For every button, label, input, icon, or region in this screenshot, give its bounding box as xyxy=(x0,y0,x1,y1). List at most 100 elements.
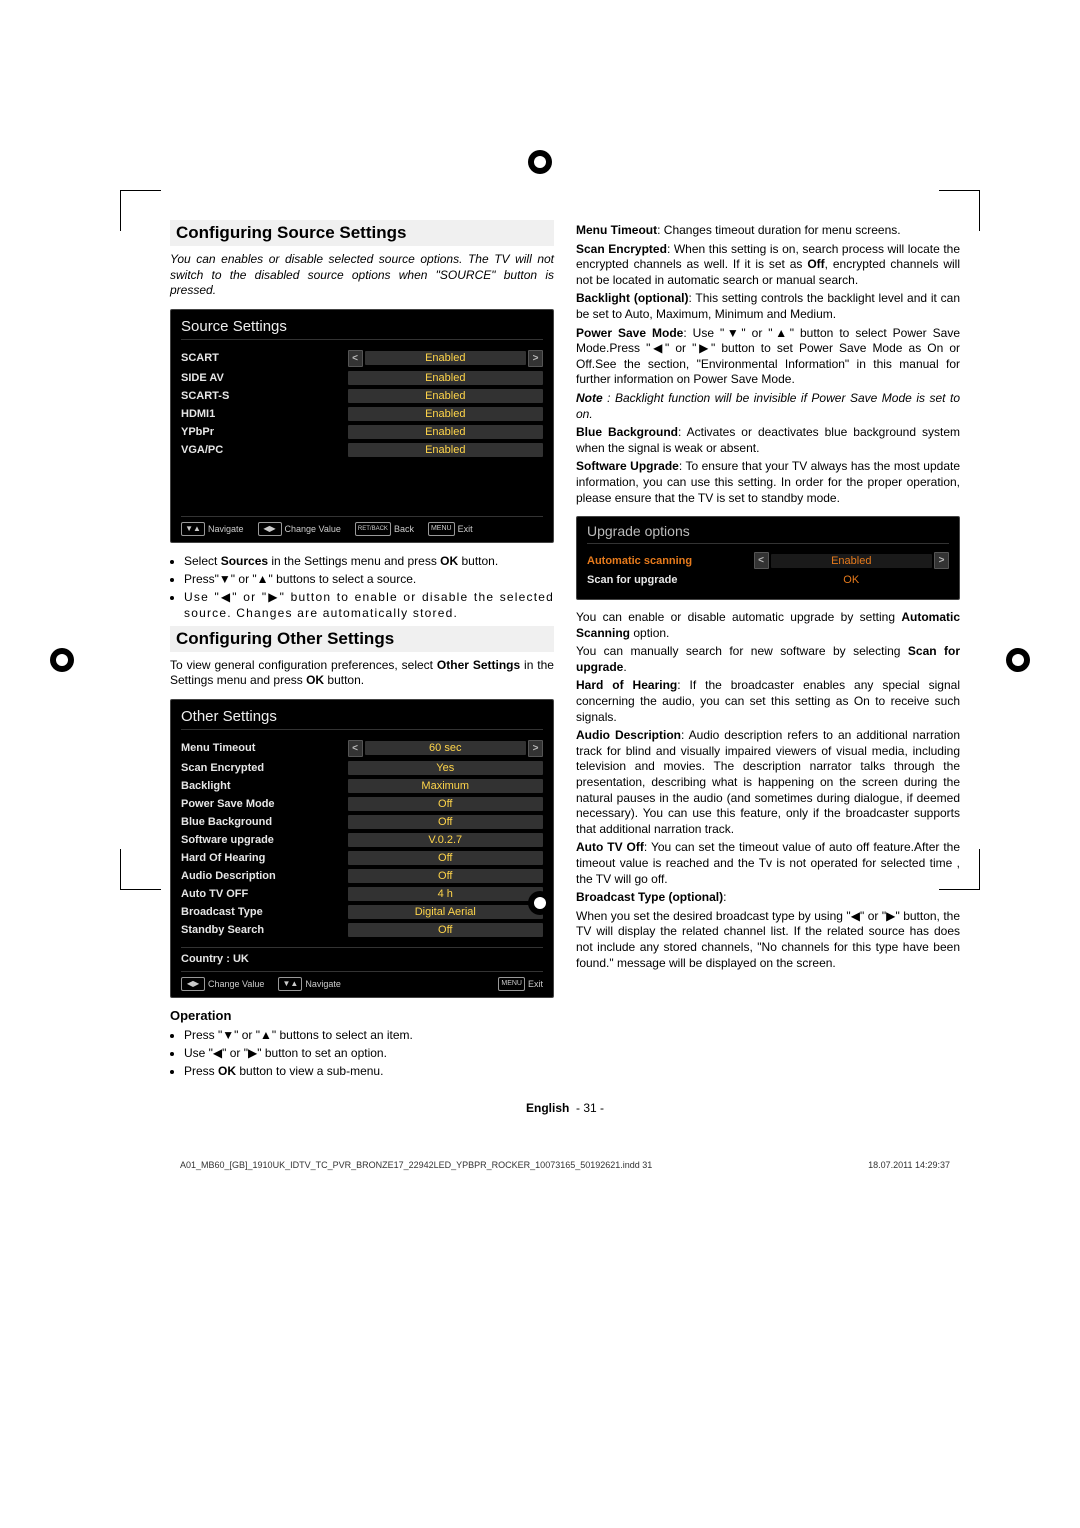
nav-leftright-icon: ◀▶ xyxy=(181,977,205,991)
osd-row[interactable]: Standby SearchOff xyxy=(181,921,543,939)
para-menu-timeout: Menu Timeout: Changes timeout duration f… xyxy=(576,223,960,239)
para-scan-upgrade: You can manually search for new software… xyxy=(576,644,960,675)
osd-source-settings: Source Settings SCART < Enabled > SIDE A… xyxy=(170,309,554,543)
footer-nav: Navigate xyxy=(208,524,244,534)
osd-row-value: Digital Aerial xyxy=(348,905,543,919)
osd-title: Other Settings xyxy=(181,708,543,730)
menu-key: MENU xyxy=(428,522,455,536)
osd-title: Source Settings xyxy=(181,318,543,340)
osd-row[interactable]: Scan EncryptedYes xyxy=(181,759,543,777)
intro-config-source: You can enables or disable selected sour… xyxy=(170,252,554,299)
para-scan-encrypted: Scan Encrypted: When this setting is on,… xyxy=(576,242,960,289)
osd-row-label: Scan Encrypted xyxy=(181,762,348,774)
para-hoh: Hard of Hearing: If the broadcaster enab… xyxy=(576,678,960,725)
chevron-left-icon[interactable]: < xyxy=(348,350,363,367)
page-footer: English - 31 - xyxy=(170,1101,960,1115)
osd-row[interactable]: BacklightMaximum xyxy=(181,777,543,795)
chevron-left-icon[interactable]: < xyxy=(348,740,363,757)
list-item: Select Sources in the Settings menu and … xyxy=(184,553,554,569)
osd-row[interactable]: Power Save ModeOff xyxy=(181,795,543,813)
list-item: Press"▼" or "▲" buttons to select a sour… xyxy=(184,571,554,587)
imprint-filename: A01_MB60_[GB]_1910UK_IDTV_TC_PVR_BRONZE1… xyxy=(180,1160,652,1170)
osd-other-settings: Other Settings Menu Timeout < 60 sec > S… xyxy=(170,699,554,998)
osd-row-value: Enabled xyxy=(348,389,543,403)
osd-row-value: Enabled xyxy=(771,554,932,568)
para-audio-description: Audio Description: Audio description ref… xyxy=(576,728,960,837)
para-backlight: Backlight (optional): This setting contr… xyxy=(576,291,960,322)
osd-row-label: SCART-S xyxy=(181,390,348,402)
nav-updown-icon: ▼▲ xyxy=(278,977,302,991)
osd-row-label: Broadcast Type xyxy=(181,906,348,918)
osd-row-label: HDMI1 xyxy=(181,408,348,420)
osd-row-label: Menu Timeout xyxy=(181,742,348,754)
osd-row-value: Off xyxy=(348,923,543,937)
osd-row[interactable]: Software upgradeV.0.2.7 xyxy=(181,831,543,849)
chevron-left-icon[interactable]: < xyxy=(754,552,769,569)
osd-row-label: SIDE AV xyxy=(181,372,348,384)
osd-row[interactable]: Menu Timeout < 60 sec > xyxy=(181,738,543,759)
para-power-save: Power Save Mode: Use "▼" or "▲" button t… xyxy=(576,326,960,388)
manual-page: Configuring Source Settings You can enab… xyxy=(0,0,1080,1270)
imprint-timestamp: 18.07.2011 14:29:37 xyxy=(868,1160,950,1170)
osd-row-label: Hard Of Hearing xyxy=(181,852,348,864)
osd-footer: ◀▶Change Value ▼▲Navigate MENUExit xyxy=(181,971,543,991)
footer-nav: Navigate xyxy=(305,979,341,989)
osd-row[interactable]: VGA/PC Enabled xyxy=(181,441,543,459)
chevron-right-icon[interactable]: > xyxy=(528,350,543,367)
osd-row[interactable]: Audio DescriptionOff xyxy=(181,867,543,885)
footer-exit: Exit xyxy=(528,979,543,989)
osd-row-value: Enabled xyxy=(365,351,526,365)
menu-key: MENU xyxy=(498,977,525,991)
intro-config-other: To view general configuration preference… xyxy=(170,658,554,689)
imprint-line: A01_MB60_[GB]_1910UK_IDTV_TC_PVR_BRONZE1… xyxy=(170,1160,960,1170)
osd-row-label: Power Save Mode xyxy=(181,798,348,810)
footer-change: Change Value xyxy=(285,524,341,534)
para-blue-bg: Blue Background: Activates or deactivate… xyxy=(576,425,960,456)
right-column: Menu Timeout: Changes timeout duration f… xyxy=(576,220,960,1083)
osd-country: Country : UK xyxy=(181,947,543,965)
osd-row[interactable]: SIDE AV Enabled xyxy=(181,369,543,387)
osd-title: Upgrade options xyxy=(587,523,949,544)
osd-row-value: Enabled xyxy=(348,443,543,457)
footer-change: Change Value xyxy=(208,979,264,989)
list-item: Use "◀" or "▶" button to enable or disab… xyxy=(184,589,554,621)
osd-row[interactable]: Automatic scanning < Enabled > xyxy=(587,550,949,571)
footer-lang: English xyxy=(526,1101,569,1115)
osd-row[interactable]: Broadcast TypeDigital Aerial xyxy=(181,903,543,921)
osd-row-label: Blue Background xyxy=(181,816,348,828)
osd-row-value: Enabled xyxy=(348,407,543,421)
footer-page: - 31 - xyxy=(576,1101,604,1115)
osd-row-value: OK xyxy=(754,573,949,587)
osd-row[interactable]: HDMI1 Enabled xyxy=(181,405,543,423)
osd-row-value: Maximum xyxy=(348,779,543,793)
heading-operation: Operation xyxy=(170,1008,554,1023)
chevron-right-icon[interactable]: > xyxy=(528,740,543,757)
osd-row[interactable]: SCART < Enabled > xyxy=(181,348,543,369)
osd-row-label: Standby Search xyxy=(181,924,348,936)
osd-row-label: Automatic scanning xyxy=(587,555,754,567)
footer-back: Back xyxy=(394,524,414,534)
osd-row[interactable]: Hard Of HearingOff xyxy=(181,849,543,867)
osd-row-value: Off xyxy=(348,869,543,883)
osd-row[interactable]: Blue BackgroundOff xyxy=(181,813,543,831)
list-item: Press "▼" or "▲" buttons to select an it… xyxy=(184,1027,554,1043)
nav-leftright-icon: ◀▶ xyxy=(258,522,282,536)
osd-row[interactable]: YPbPr Enabled xyxy=(181,423,543,441)
osd-row-label: VGA/PC xyxy=(181,444,348,456)
crop-mark xyxy=(120,190,161,231)
chevron-right-icon[interactable]: > xyxy=(934,552,949,569)
osd-row-value: Off xyxy=(348,797,543,811)
crop-mark xyxy=(939,190,980,231)
osd-upgrade-options: Upgrade options Automatic scanning < Ena… xyxy=(576,516,960,600)
osd-row[interactable]: Scan for upgrade OK xyxy=(587,571,949,589)
osd-row[interactable]: Auto TV OFF4 h xyxy=(181,885,543,903)
osd-row-value: Off xyxy=(348,851,543,865)
left-column: Configuring Source Settings You can enab… xyxy=(170,220,554,1083)
para-broadcast-type-text: When you set the desired broadcast type … xyxy=(576,909,960,971)
osd-row[interactable]: SCART-S Enabled xyxy=(181,387,543,405)
operation-bullets: Press "▼" or "▲" buttons to select an it… xyxy=(170,1027,554,1080)
heading-config-source: Configuring Source Settings xyxy=(170,220,554,246)
register-mark-left xyxy=(50,648,74,672)
register-mark-bottom xyxy=(528,891,552,915)
osd-footer: ▼▲Navigate ◀▶Change Value RET/BACKBack M… xyxy=(181,516,543,536)
